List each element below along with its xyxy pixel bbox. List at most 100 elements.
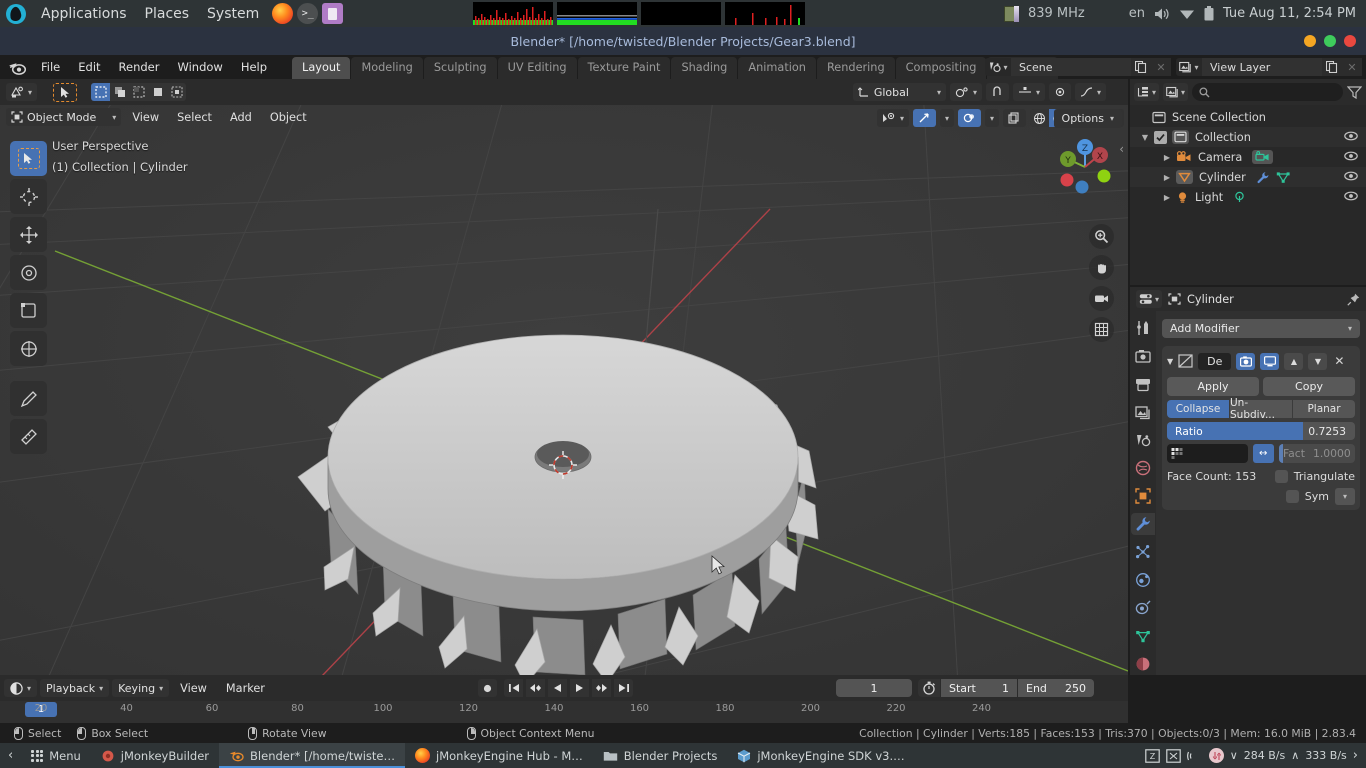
camera-visibility-eye-icon[interactable] (1344, 151, 1358, 161)
viewport-menu-select[interactable]: Select (170, 108, 219, 127)
ratio-slider[interactable]: Ratio 0.7253 (1167, 422, 1355, 440)
select-intersect-icon[interactable] (167, 83, 187, 101)
places-menu[interactable]: Places (136, 4, 199, 24)
zoom-icon[interactable] (1089, 224, 1114, 249)
scale-tool[interactable] (10, 293, 47, 328)
gizmo-options-dropdown[interactable]: ▾ (939, 109, 954, 127)
disclosure-triangle-collection[interactable]: ▼ (1140, 133, 1150, 142)
wifi-icon[interactable] (1179, 7, 1195, 20)
viewport-menu-object[interactable]: Object (263, 108, 314, 127)
tab-rendering[interactable]: Rendering (816, 57, 895, 79)
view-layer-field[interactable]: ▾ View Layer ✕ (1176, 58, 1362, 76)
outliner-row-scene-collection[interactable]: Scene Collection (1130, 107, 1366, 127)
timeline-ruler[interactable]: 1 20 40 60 80 100 120 140 160 180 200 220 240 (0, 701, 1128, 744)
disclosure-triangle-cylinder[interactable]: ▶ (1162, 173, 1172, 182)
modifier-apply-button[interactable]: Apply (1167, 377, 1259, 396)
disclosure-triangle-light[interactable]: ▶ (1162, 193, 1172, 202)
outliner-filter-icon[interactable] (1347, 85, 1362, 99)
tab-modeling[interactable]: Modeling (351, 57, 423, 79)
triangulate-checkbox[interactable] (1274, 470, 1288, 483)
outliner-editor-type-selector[interactable]: ▾ (1134, 83, 1160, 101)
outliner-search-input[interactable] (1192, 83, 1343, 101)
firefox-icon[interactable] (272, 3, 294, 24)
symmetry-checkbox[interactable] (1285, 490, 1299, 503)
chevron-left-icon[interactable]: ‹ (0, 748, 21, 763)
select-subtract-icon[interactable] (129, 83, 149, 101)
light-data-icon[interactable] (1233, 191, 1246, 204)
toggle-ortho-icon[interactable] (1089, 317, 1114, 342)
minimize-button[interactable] (1304, 35, 1316, 47)
modifier-name-field[interactable]: De (1198, 352, 1232, 370)
view-layer-name-field[interactable]: View Layer (1202, 58, 1322, 76)
select-mode-button[interactable] (53, 82, 78, 102)
outliner-row-light[interactable]: ▶ Light (1130, 187, 1366, 207)
applications-menu[interactable]: Applications (32, 4, 136, 24)
outliner-row-collection[interactable]: ▼ Collection (1130, 127, 1366, 147)
close-button[interactable] (1344, 35, 1356, 47)
symmetry-axis-dropdown[interactable]: ▾ (1335, 488, 1355, 505)
play-reverse-icon[interactable] (548, 679, 567, 697)
render-tab[interactable] (1131, 345, 1155, 367)
3d-viewport[interactable]: ▾ Global ▾ ▾ ▾ ▾ Object Mode ▾ View Sele… (0, 79, 1128, 675)
timeline-menu-view[interactable]: View (172, 679, 215, 698)
net-graph[interactable] (641, 2, 721, 25)
taskbar-item-jmonkeyengine-sdk[interactable]: jMonkeyEngine SDK v3.… (727, 743, 914, 768)
minimize-all-icon[interactable] (1165, 748, 1181, 763)
frame-start-field[interactable]: Start 1 (941, 679, 1017, 697)
move-tool[interactable] (10, 217, 47, 252)
vertex-group-invert-button[interactable]: ↔ (1252, 444, 1274, 463)
keyboard-layout-indicator[interactable]: en (1129, 6, 1145, 21)
tweak-tool[interactable] (10, 141, 47, 176)
scene-tab[interactable] (1131, 429, 1155, 451)
memory-graph[interactable] (557, 2, 637, 25)
timeline-menu-keying[interactable]: Keying ▾ (112, 679, 170, 697)
output-tab[interactable] (1131, 373, 1155, 395)
editor-type-selector[interactable]: ▾ (6, 83, 38, 101)
select-set-icon[interactable] (91, 83, 111, 101)
timeline-menu-marker[interactable]: Marker (218, 679, 273, 698)
add-modifier-dropdown[interactable]: Add Modifier ▾ (1162, 319, 1360, 338)
navigation-gizmo[interactable]: Z Y X (1052, 134, 1118, 200)
xray-toggle[interactable] (1002, 109, 1026, 127)
text-editor-icon[interactable] (322, 3, 344, 24)
modifier-expand-icon[interactable]: ▼ (1167, 357, 1173, 366)
play-icon[interactable] (570, 679, 589, 697)
view-layer-tab[interactable] (1131, 401, 1155, 423)
menu-window[interactable]: Window (168, 57, 231, 77)
stopwatch-icon[interactable] (918, 679, 940, 697)
shading-wireframe-icon[interactable] (1029, 109, 1049, 127)
outliner-row-cylinder[interactable]: ▶ Cylinder (1130, 167, 1366, 187)
collection-checkbox[interactable] (1154, 130, 1167, 144)
next-keyframe-icon[interactable] (592, 679, 611, 697)
prev-keyframe-icon[interactable] (526, 679, 545, 697)
scene-new-copy-icon[interactable] (1131, 58, 1151, 76)
tab-shading[interactable]: Shading (671, 57, 738, 79)
options-button[interactable]: Options ▾ (1053, 109, 1122, 128)
cylinder-visibility-eye-icon[interactable] (1344, 171, 1358, 181)
tab-texture-paint[interactable]: Texture Paint (577, 57, 671, 79)
jump-start-icon[interactable] (504, 679, 523, 697)
world-tab[interactable] (1131, 457, 1155, 479)
object-mode-selector[interactable]: Object Mode ▾ (6, 108, 122, 126)
measure-tool[interactable] (10, 419, 47, 454)
modifier-delete-button[interactable]: ✕ (1334, 354, 1344, 368)
timeline-editor[interactable]: ▾ Playback ▾ Keying ▾ View Marker 1 Star… (0, 675, 1128, 744)
modifier-viewport-toggle[interactable] (1260, 352, 1280, 370)
decimate-unsubdivide-button[interactable]: Un-Subdiv... (1230, 397, 1292, 421)
tab-sculpting[interactable]: Sculpting (423, 57, 497, 79)
tab-compositing[interactable]: Compositing (895, 57, 987, 79)
menu-file[interactable]: File (32, 57, 69, 77)
menu-help[interactable]: Help (232, 57, 276, 77)
physics-tab[interactable] (1131, 569, 1155, 591)
snap-target-selector[interactable]: ▾ (949, 83, 982, 101)
taskbar-item-jmonkeybuilder[interactable]: jMonkeyBuilder (91, 743, 219, 768)
jump-end-icon[interactable] (614, 679, 633, 697)
workspace-switcher-icon[interactable]: Z (1144, 748, 1160, 763)
scene-field[interactable]: ▾ Scene ✕ (985, 58, 1171, 76)
viewport-menu-view[interactable]: View (125, 108, 166, 127)
modifier-move-down-button[interactable]: ▼ (1308, 352, 1328, 370)
scene-unlink-icon[interactable]: ✕ (1151, 58, 1171, 76)
taskbar-item-blender-projects[interactable]: Blender Projects (593, 743, 728, 768)
modifier-move-up-button[interactable]: ▲ (1284, 352, 1304, 370)
modifier-render-toggle[interactable] (1236, 352, 1256, 370)
